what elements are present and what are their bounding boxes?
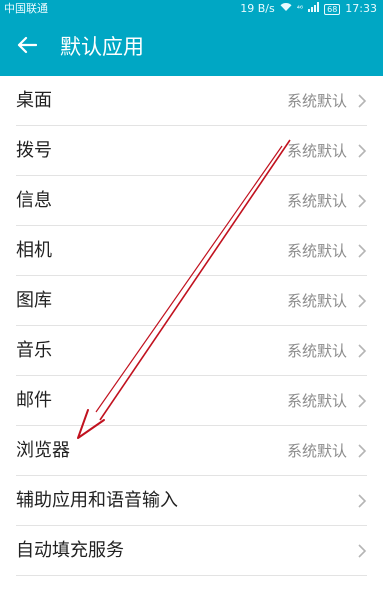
chevron-right-icon xyxy=(358,144,367,158)
item-value: 系统默认 xyxy=(286,342,347,360)
list-item-dialer[interactable]: 拨号 系统默认 xyxy=(0,126,383,176)
wifi-icon xyxy=(280,0,292,18)
item-value: 系统默认 xyxy=(286,442,347,460)
item-value: 系统默认 xyxy=(286,92,347,110)
app-bar: 默认应用 xyxy=(0,18,383,76)
item-label: 邮件 xyxy=(16,390,52,411)
default-apps-list: 桌面 系统默认 拨号 系统默认 信息 系统默认 相机 系统默认 图库 系统默认 … xyxy=(0,76,383,576)
chevron-right-icon xyxy=(358,394,367,408)
page-title: 默认应用 xyxy=(60,35,144,59)
chevron-right-icon xyxy=(358,194,367,208)
back-button[interactable] xyxy=(10,30,44,64)
chevron-right-icon xyxy=(358,444,367,458)
list-item-camera[interactable]: 相机 系统默认 xyxy=(0,226,383,276)
item-value: 系统默认 xyxy=(286,242,347,260)
chevron-right-icon xyxy=(358,244,367,258)
item-value: 系统默认 xyxy=(286,392,347,410)
chevron-right-icon xyxy=(358,344,367,358)
item-label: 桌面 xyxy=(16,90,52,111)
arrow-left-icon xyxy=(17,36,38,58)
chevron-right-icon xyxy=(358,94,367,108)
list-item-autofill-service[interactable]: 自动填充服务 xyxy=(0,526,383,576)
item-value: 系统默认 xyxy=(286,192,347,210)
item-label: 音乐 xyxy=(16,340,52,361)
list-item-desktop[interactable]: 桌面 系统默认 xyxy=(0,76,383,126)
item-label: 浏览器 xyxy=(16,440,70,461)
list-item-gallery[interactable]: 图库 系统默认 xyxy=(0,276,383,326)
divider xyxy=(16,575,367,576)
list-item-music[interactable]: 音乐 系统默认 xyxy=(0,326,383,376)
list-item-messages[interactable]: 信息 系统默认 xyxy=(0,176,383,226)
chevron-right-icon xyxy=(358,544,367,558)
item-label: 自动填充服务 xyxy=(16,540,124,561)
list-item-assist-voice-input[interactable]: 辅助应用和语音输入 xyxy=(0,476,383,526)
chevron-right-icon xyxy=(358,294,367,308)
signal-type-label: ⁴⁶ xyxy=(296,4,304,13)
list-item-email[interactable]: 邮件 系统默认 xyxy=(0,376,383,426)
signal-icon xyxy=(308,0,320,18)
status-bar: 中国联通 19 B/s ⁴⁶ 68 17:33 xyxy=(0,0,383,18)
net-speed-label: 19 B/s xyxy=(240,2,275,15)
item-label: 拨号 xyxy=(16,140,52,161)
item-label: 图库 xyxy=(16,290,52,311)
item-value: 系统默认 xyxy=(286,292,347,310)
clock-label: 17:33 xyxy=(345,2,377,15)
item-label: 辅助应用和语音输入 xyxy=(16,490,178,511)
item-label: 相机 xyxy=(16,240,52,261)
carrier-label: 中国联通 xyxy=(4,2,48,15)
list-item-browser[interactable]: 浏览器 系统默认 xyxy=(0,426,383,476)
item-label: 信息 xyxy=(16,190,52,211)
status-icons: 19 B/s ⁴⁶ 68 17:33 xyxy=(240,0,377,18)
item-value: 系统默认 xyxy=(286,142,347,160)
battery-icon: 68 xyxy=(324,3,341,15)
chevron-right-icon xyxy=(358,494,367,508)
